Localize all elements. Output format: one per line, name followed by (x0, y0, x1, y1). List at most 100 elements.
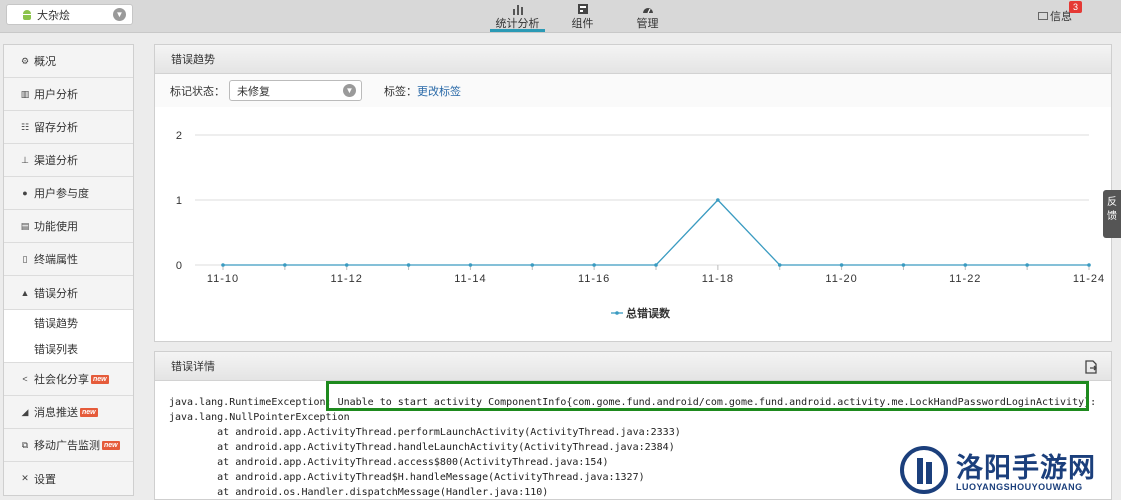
data-point (839, 263, 844, 267)
sidebar-item-device[interactable]: ▯ 终端属性 (4, 243, 133, 276)
messages-link[interactable]: 信息 3 (1038, 1, 1083, 24)
watermark-emblem-icon (900, 446, 948, 494)
change-tag-link[interactable]: 更改标签 (417, 86, 461, 98)
sidebar-subitem-error-trend[interactable]: 错误趋势 (4, 309, 133, 336)
sidebar-item-label: 留存分析 (34, 122, 78, 134)
tag-label: 标签： (384, 85, 417, 98)
sidebar-item-label: 概况 (34, 56, 56, 68)
x-tick-label: 11-10 (207, 273, 239, 285)
export-icon[interactable] (1085, 360, 1097, 374)
sidebar-item-push[interactable]: ◢ 消息推送 new (4, 396, 133, 429)
stack-line: at android.app.ActivityThread.performLau… (169, 427, 681, 438)
x-tick-label: 11-14 (454, 273, 486, 285)
data-point (901, 263, 906, 267)
data-point (963, 263, 968, 267)
bar-chart-icon: ▥ (20, 88, 30, 99)
stack-line: java.lang.RuntimeException: Unable to st… (169, 397, 1097, 408)
sidebar-item-channel[interactable]: ⊥ 渠道分析 (4, 144, 133, 177)
sidebar-item-label: 错误分析 (34, 287, 78, 300)
sidebar-item-label: 终端属性 (34, 254, 78, 266)
sidebar-item-label: 移动广告监测 (34, 440, 100, 452)
data-point (406, 263, 411, 267)
panel-title: 错误趋势 (155, 45, 1111, 74)
new-badge: new (80, 407, 98, 417)
data-point (777, 263, 782, 267)
nav-tab-stats[interactable]: 统计分析 (490, 0, 545, 32)
nav-tab-label: 统计分析 (495, 18, 540, 30)
stack-line: java.lang.NullPointerException (169, 412, 350, 423)
new-badge: new (91, 374, 109, 384)
feedback-tab[interactable]: 反馈 (1103, 190, 1121, 238)
status-value: 未修复 (237, 85, 270, 98)
legend-label: 总错误数 (626, 306, 671, 320)
sidebar-subitem-error-list[interactable]: 错误列表 (4, 336, 133, 363)
sidebar-item-settings[interactable]: ✕ 设置 (4, 462, 133, 495)
new-badge: new (102, 440, 120, 450)
message-count-badge: 3 (1069, 1, 1083, 13)
tools-icon: ✕ (21, 473, 29, 483)
data-point (654, 263, 658, 267)
nav-tab-label: 组件 (571, 18, 594, 30)
data-point (716, 198, 720, 202)
document-icon: ▤ (20, 220, 30, 231)
sidebar-item-ad-monitor[interactable]: ⧉ 移动广告监测 new (4, 429, 133, 462)
app-selector[interactable]: 大杂烩 ▼ (6, 4, 133, 25)
sidebar-subitem-label: 错误趋势 (34, 318, 78, 330)
top-bar: 大杂烩 ▼ 统计分析 组件 管理 信息 3 (0, 0, 1121, 33)
sidebar-item-label: 设置 (34, 473, 56, 486)
error-trend-chart: 0 1 2 11-10 11-12 11-14 11-16 11-18 11-20 11-22 11… (176, 130, 1105, 320)
watermark-text: 洛阳手游网 (956, 453, 1096, 484)
data-point (221, 263, 225, 267)
data-point (1087, 263, 1091, 267)
panel-title: 错误详情 (155, 352, 1111, 381)
ad-monitor-icon: ⧉ (21, 439, 29, 450)
top-nav: 统计分析 组件 管理 (490, 0, 685, 32)
y-tick-label: 1 (176, 195, 182, 207)
retention-icon: ☷ (20, 121, 30, 132)
x-tick-label: 11-12 (331, 273, 363, 285)
error-trend-panel: 错误趋势 标记状态： 未修复 ▼ 标签：更改标签 0 1 2 11-10 11-12 11… (154, 44, 1112, 342)
sidebar-item-label: 用户分析 (34, 89, 78, 101)
device-icon: ▯ (22, 253, 28, 264)
y-tick-label: 2 (176, 130, 182, 142)
send-icon: ◢ (21, 406, 29, 417)
status-select[interactable]: 未修复 ▼ (229, 80, 362, 101)
data-point (1025, 263, 1029, 267)
legend-marker (615, 311, 619, 315)
warning-icon: ▲ (20, 287, 30, 298)
sidebar-item-label: 功能使用 (34, 221, 78, 233)
sidebar-item-label: 社会化分享 (34, 374, 89, 386)
gear-icon: ⚙ (20, 55, 30, 66)
data-point (344, 263, 349, 267)
filter-bar: 标记状态： 未修复 ▼ 标签：更改标签 (155, 74, 1111, 107)
dashboard-icon (642, 8, 653, 14)
watermark-subtext: LUOYANGSHOUYOUWANG (956, 482, 1083, 492)
x-tick-label: 11-22 (949, 273, 981, 285)
status-label: 标记状态： (170, 85, 225, 98)
data-point (592, 263, 596, 267)
data-point (530, 263, 535, 267)
sidebar-item-engagement[interactable]: ● 用户参与度 (4, 177, 133, 210)
sidebar-item-feature-usage[interactable]: ▤ 功能使用 (4, 210, 133, 243)
sidebar-item-user-analysis[interactable]: ▥ 用户分析 (4, 78, 133, 111)
nav-tab-components[interactable]: 组件 (555, 0, 610, 32)
chevron-down-icon: ▼ (113, 8, 126, 21)
watermark-logo: 洛阳手游网 LUOYANGSHOUYOUWANG (898, 444, 1118, 498)
x-tick-label: 11-16 (578, 273, 610, 285)
sidebar-item-error-analysis[interactable]: ▲ 错误分析 (4, 276, 133, 309)
nav-tab-label: 管理 (636, 18, 659, 30)
channel-icon: ⊥ (21, 154, 29, 165)
envelope-icon (1038, 12, 1048, 20)
sidebar-item-overview[interactable]: ⚙ 概况 (4, 45, 133, 78)
sidebar-item-social-share[interactable]: < 社会化分享 new (4, 363, 133, 396)
sidebar-item-retention[interactable]: ☷ 留存分析 (4, 111, 133, 144)
nav-tab-manage[interactable]: 管理 (620, 0, 675, 32)
sidebar-subitem-label: 错误列表 (34, 344, 78, 356)
share-icon: < (22, 374, 28, 384)
series-line (223, 199, 1089, 266)
tag-area: 标签：更改标签 (384, 83, 461, 99)
sidebar-item-label: 用户参与度 (34, 188, 89, 200)
x-tick-label: 11-24 (1073, 273, 1105, 285)
chevron-down-icon: ▼ (343, 84, 356, 97)
data-point (468, 263, 473, 267)
